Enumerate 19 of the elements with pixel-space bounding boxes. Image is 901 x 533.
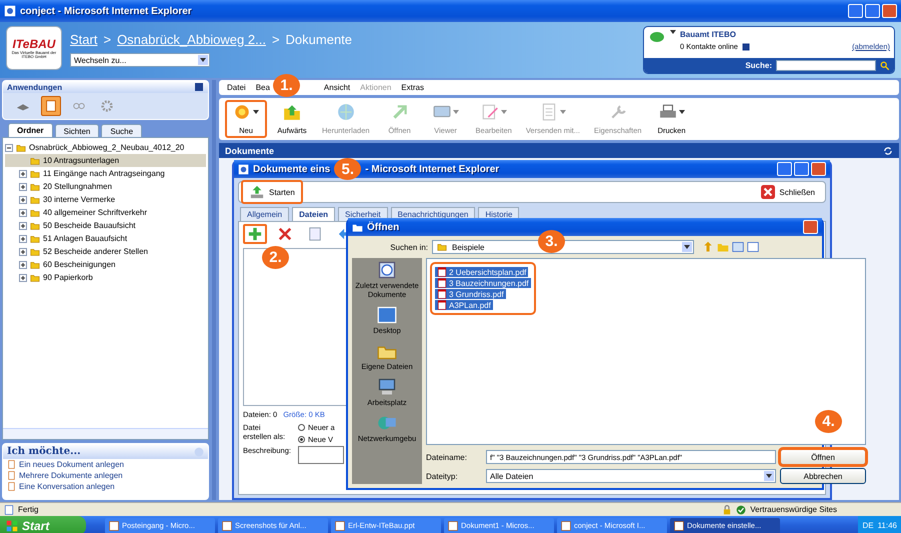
look-in-label: Suchen in: [389, 242, 428, 252]
breadcrumb-separator: > [272, 32, 280, 47]
security-zone-text: Vertrauenswürdige Sites [750, 505, 837, 514]
window-title: conject - Microsoft Internet Explorer [20, 6, 192, 16]
clock: 11:46 [878, 521, 897, 530]
filename-label: Dateiname: [426, 452, 468, 462]
breadcrumb-separator: > [103, 32, 112, 47]
panel-title: Anwendungen [7, 82, 62, 92]
language-indicator: DE [862, 521, 874, 530]
step-callout: 5. [334, 158, 362, 180]
contact-name: Bauamt ITEBO [680, 30, 738, 39]
filetype-label: Dateityp: [426, 472, 459, 480]
dialog-title: Öffnen [367, 222, 400, 232]
search-label: Suche: [745, 61, 772, 70]
panel-title: Ich möchte... [7, 446, 81, 457]
status-text: Fertig [18, 505, 38, 514]
dialog-title: Dokumente eins [253, 164, 330, 174]
dialog-title: - Microsoft Internet Explorer [365, 164, 500, 174]
section-title: Dokumente [225, 146, 274, 156]
